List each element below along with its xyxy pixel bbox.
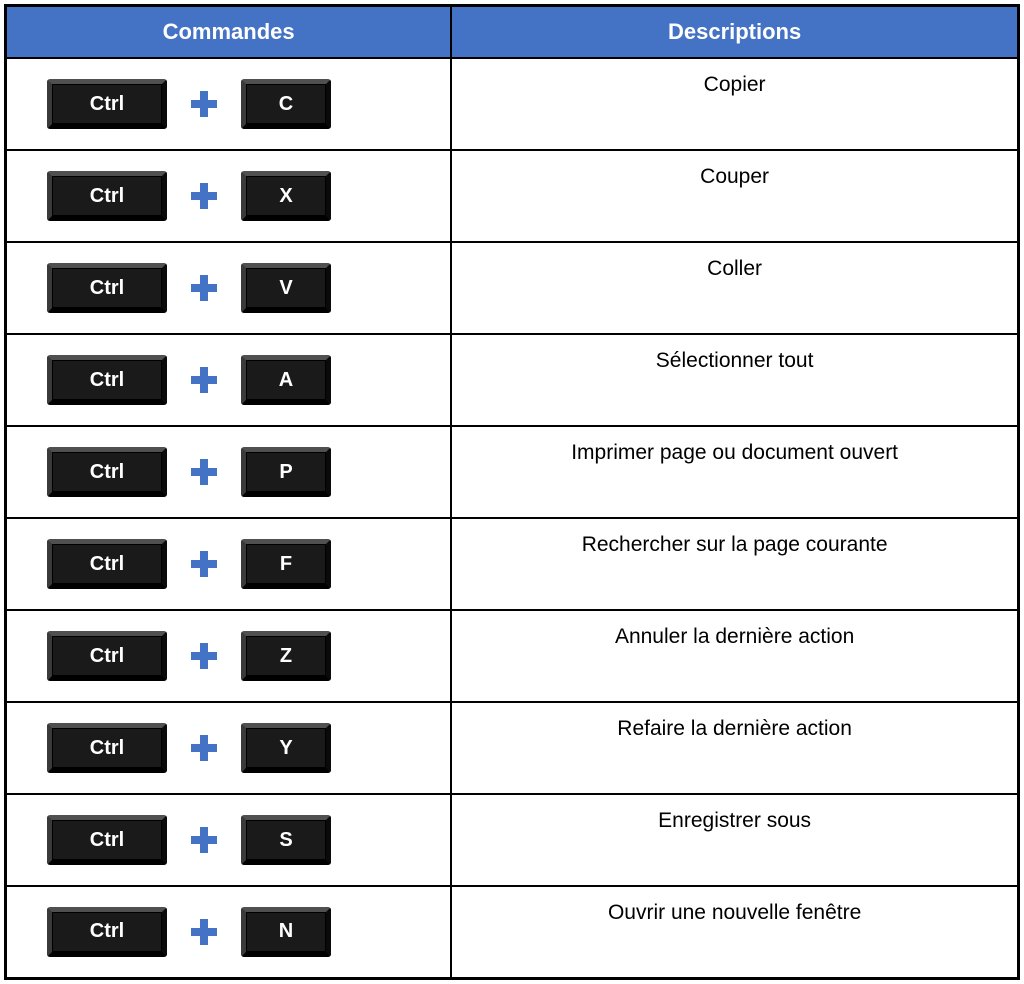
plus-icon <box>189 89 219 119</box>
key-ctrl: Ctrl <box>47 815 167 865</box>
description-cell: Refaire la dernière action <box>451 702 1018 794</box>
key-combo: Ctrl N <box>27 907 430 957</box>
table-row: Ctrl Y Refaire la dernière action <box>6 702 1019 794</box>
plus-icon <box>189 825 219 855</box>
key-letter: X <box>241 171 331 221</box>
header-commands: Commandes <box>6 6 452 59</box>
command-cell: Ctrl P <box>6 426 452 518</box>
key-ctrl: Ctrl <box>47 79 167 129</box>
plus-icon <box>189 549 219 579</box>
table-row: Ctrl A Sélectionner tout <box>6 334 1019 426</box>
key-ctrl: Ctrl <box>47 907 167 957</box>
table-row: Ctrl S Enregistrer sous <box>6 794 1019 886</box>
key-combo: Ctrl P <box>27 447 430 497</box>
key-ctrl: Ctrl <box>47 355 167 405</box>
key-letter: S <box>241 815 331 865</box>
plus-icon <box>189 365 219 395</box>
key-combo: Ctrl S <box>27 815 430 865</box>
key-letter: F <box>241 539 331 589</box>
command-cell: Ctrl V <box>6 242 452 334</box>
command-cell: Ctrl C <box>6 58 452 150</box>
key-ctrl: Ctrl <box>47 447 167 497</box>
command-cell: Ctrl N <box>6 886 452 978</box>
description-cell: Ouvrir une nouvelle fenêtre <box>451 886 1018 978</box>
key-letter: P <box>241 447 331 497</box>
key-letter: Z <box>241 631 331 681</box>
key-ctrl: Ctrl <box>47 631 167 681</box>
description-cell: Rechercher sur la page courante <box>451 518 1018 610</box>
command-cell: Ctrl Z <box>6 610 452 702</box>
key-letter: V <box>241 263 331 313</box>
plus-icon <box>189 641 219 671</box>
key-combo: Ctrl C <box>27 79 430 129</box>
key-ctrl: Ctrl <box>47 171 167 221</box>
command-cell: Ctrl S <box>6 794 452 886</box>
description-cell: Annuler la dernière action <box>451 610 1018 702</box>
command-cell: Ctrl X <box>6 150 452 242</box>
key-combo: Ctrl Y <box>27 723 430 773</box>
description-cell: Coller <box>451 242 1018 334</box>
key-combo: Ctrl X <box>27 171 430 221</box>
command-cell: Ctrl Y <box>6 702 452 794</box>
key-ctrl: Ctrl <box>47 723 167 773</box>
key-letter: A <box>241 355 331 405</box>
description-cell: Sélectionner tout <box>451 334 1018 426</box>
table-row: Ctrl N Ouvrir une nouvelle fenêtre <box>6 886 1019 978</box>
description-cell: Copier <box>451 58 1018 150</box>
table-row: Ctrl F Rechercher sur la page courante <box>6 518 1019 610</box>
key-combo: Ctrl F <box>27 539 430 589</box>
plus-icon <box>189 733 219 763</box>
plus-icon <box>189 917 219 947</box>
table-row: Ctrl Z Annuler la dernière action <box>6 610 1019 702</box>
header-descriptions: Descriptions <box>451 6 1018 59</box>
plus-icon <box>189 273 219 303</box>
plus-icon <box>189 457 219 487</box>
description-cell: Couper <box>451 150 1018 242</box>
command-cell: Ctrl A <box>6 334 452 426</box>
key-ctrl: Ctrl <box>47 263 167 313</box>
table-row: Ctrl X Couper <box>6 150 1019 242</box>
key-combo: Ctrl V <box>27 263 430 313</box>
key-combo: Ctrl A <box>27 355 430 405</box>
table-row: Ctrl P Imprimer page ou document ouvert <box>6 426 1019 518</box>
key-letter: N <box>241 907 331 957</box>
description-cell: Imprimer page ou document ouvert <box>451 426 1018 518</box>
plus-icon <box>189 181 219 211</box>
table-row: Ctrl C Copier <box>6 58 1019 150</box>
shortcuts-table: Commandes Descriptions CtrlCCopierCtrlXC… <box>4 4 1020 980</box>
key-letter: C <box>241 79 331 129</box>
description-cell: Enregistrer sous <box>451 794 1018 886</box>
command-cell: Ctrl F <box>6 518 452 610</box>
key-letter: Y <box>241 723 331 773</box>
key-combo: Ctrl Z <box>27 631 430 681</box>
key-ctrl: Ctrl <box>47 539 167 589</box>
table-row: Ctrl V Coller <box>6 242 1019 334</box>
